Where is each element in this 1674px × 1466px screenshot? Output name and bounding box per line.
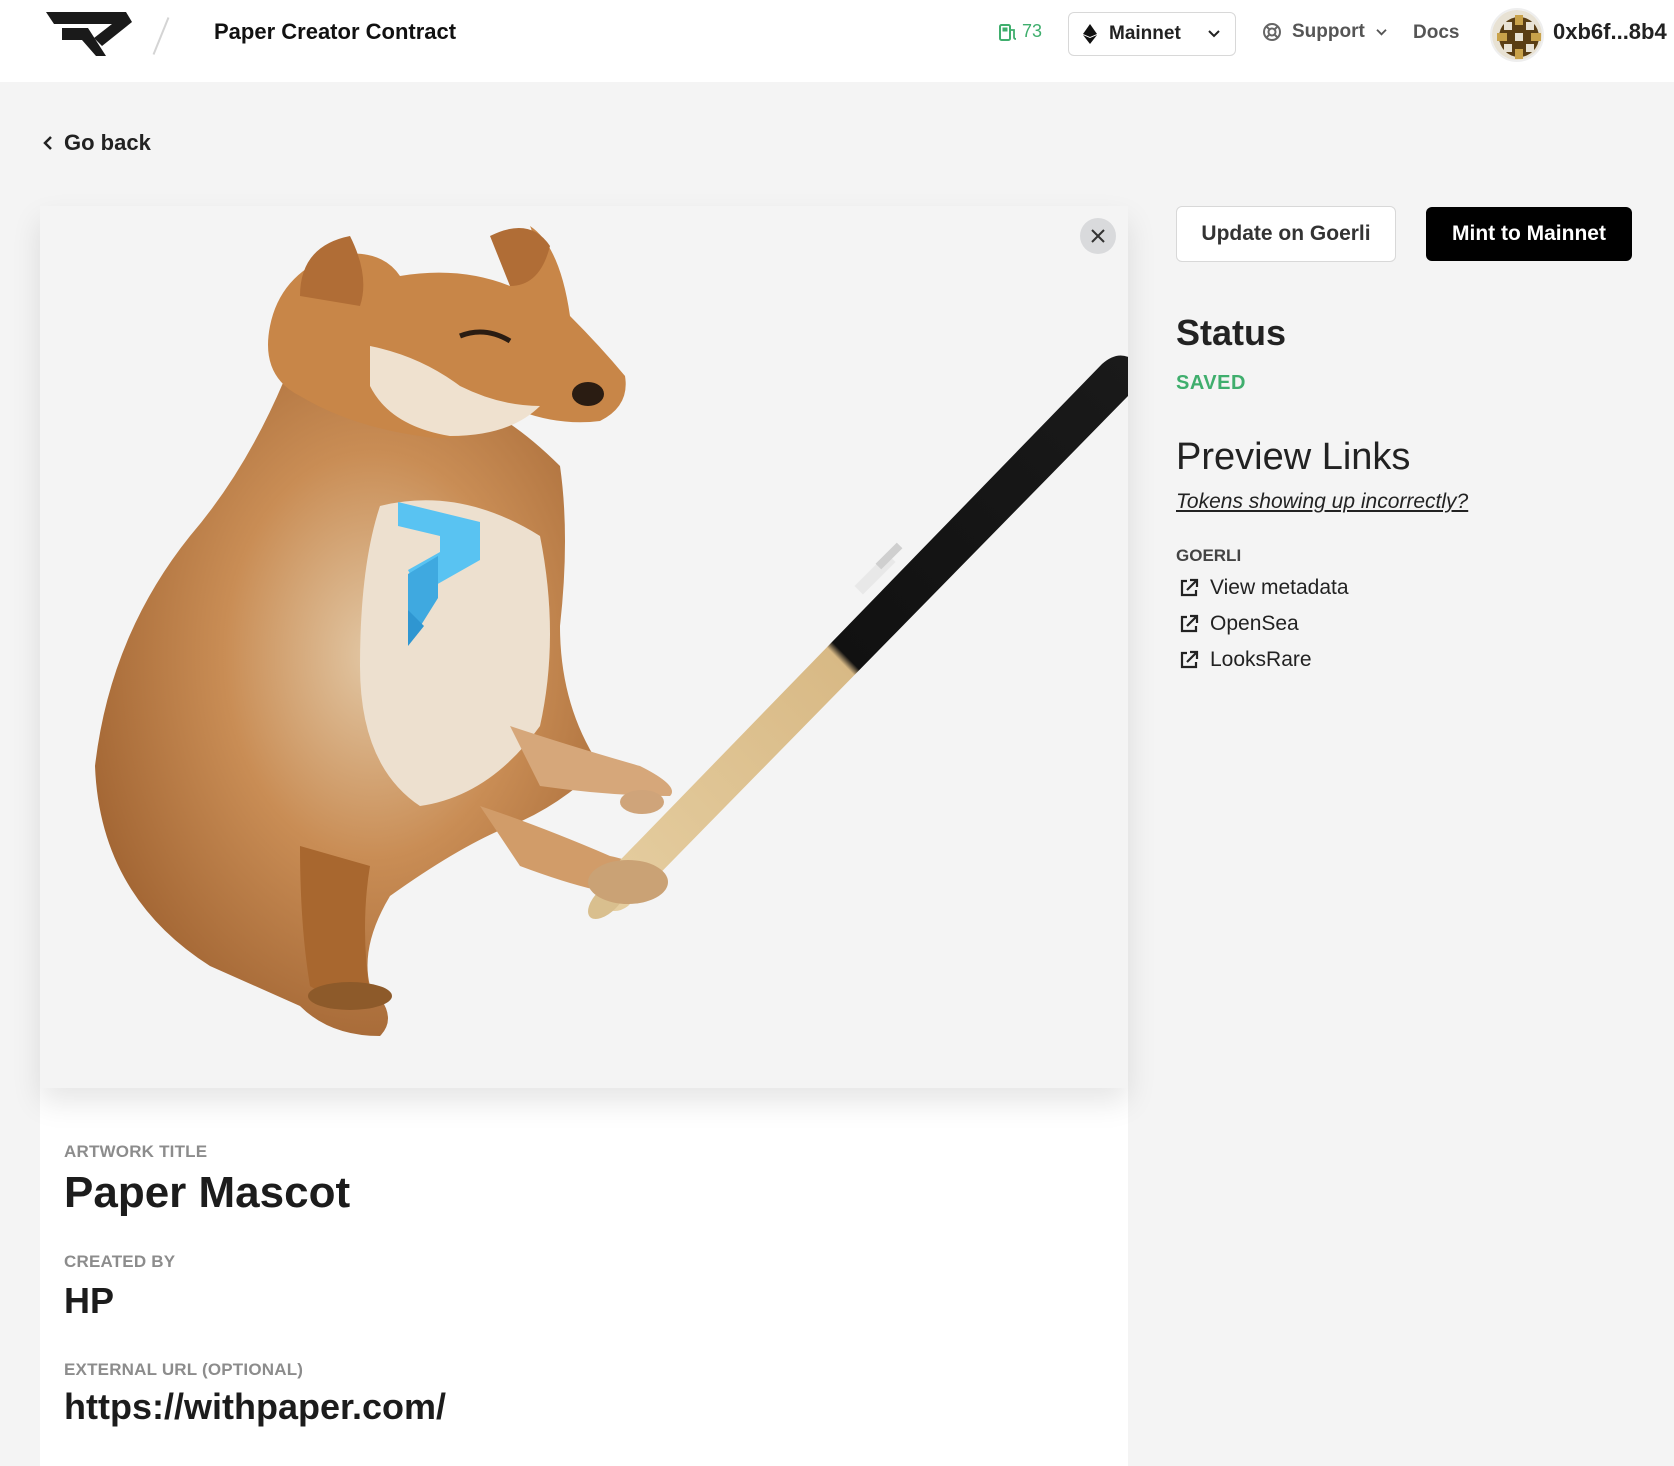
wallet-address[interactable]: 0xb6f...8b4 [1553, 19, 1667, 45]
opensea-link[interactable]: OpenSea [1178, 612, 1299, 636]
external-link-icon [1180, 578, 1199, 597]
network-selector[interactable]: Mainnet [1068, 12, 1236, 56]
go-back-link[interactable]: Go back [42, 130, 151, 156]
view-metadata-label: View metadata [1210, 576, 1349, 599]
avatar-pattern-icon [1492, 10, 1542, 60]
creator-name: HP [64, 1280, 115, 1321]
gas-price: 73 [998, 21, 1042, 42]
looksrare-link[interactable]: LooksRare [1178, 648, 1312, 672]
app-title: Paper Creator Contract [214, 19, 457, 44]
artwork-title-label: ARTWORK TITLE [64, 1142, 208, 1161]
external-link-icon [1180, 614, 1199, 633]
status-heading: Status [1176, 312, 1287, 353]
looksrare-label: LooksRare [1210, 648, 1312, 671]
chevron-left-icon [43, 136, 52, 150]
chevron-down-icon [1208, 30, 1220, 38]
external-link-icon [1180, 650, 1199, 669]
view-metadata-link[interactable]: View metadata [1178, 576, 1349, 600]
dog-with-bat-image [95, 226, 1128, 1036]
update-on-goerli-button[interactable]: Update on Goerli [1176, 206, 1396, 262]
docs-link[interactable]: Docs [1413, 22, 1459, 44]
mint-to-mainnet-button[interactable]: Mint to Mainnet [1426, 207, 1632, 261]
artwork-image [40, 206, 1128, 1088]
network-label: Mainnet [1109, 23, 1181, 44]
gas-value: 73 [1022, 21, 1043, 41]
opensea-label: OpenSea [1210, 612, 1299, 635]
avatar[interactable] [1490, 8, 1544, 62]
status-badge: SAVED [1176, 372, 1246, 394]
close-button[interactable] [1080, 218, 1116, 254]
external-url: https://withpaper.com/ [64, 1386, 447, 1427]
lifebuoy-icon [1263, 23, 1281, 41]
support-menu[interactable]: Support [1262, 21, 1388, 43]
support-label: Support [1292, 21, 1365, 42]
preview-links-heading: Preview Links [1176, 436, 1411, 478]
goerli-section-label: GOERLI [1176, 546, 1242, 565]
header-divider [152, 17, 170, 55]
external-url-label: EXTERNAL URL (OPTIONAL) [64, 1360, 304, 1379]
top-header: Paper Creator Contract 73 Mainnet Suppor… [0, 0, 1674, 82]
ethereum-icon [1083, 24, 1097, 44]
tokens-incorrect-help-link[interactable]: Tokens showing up incorrectly? [1176, 490, 1468, 514]
paper-logo-icon[interactable] [46, 10, 132, 58]
close-icon [1091, 229, 1105, 243]
chevron-down-icon [1376, 28, 1387, 36]
artwork-card: ARTWORK TITLE Paper Mascot CREATED BY HP… [40, 206, 1128, 1466]
gas-pump-icon [999, 23, 1017, 41]
go-back-label: Go back [64, 130, 151, 155]
created-by-label: CREATED BY [64, 1252, 176, 1271]
artwork-title: Paper Mascot [64, 1168, 351, 1217]
